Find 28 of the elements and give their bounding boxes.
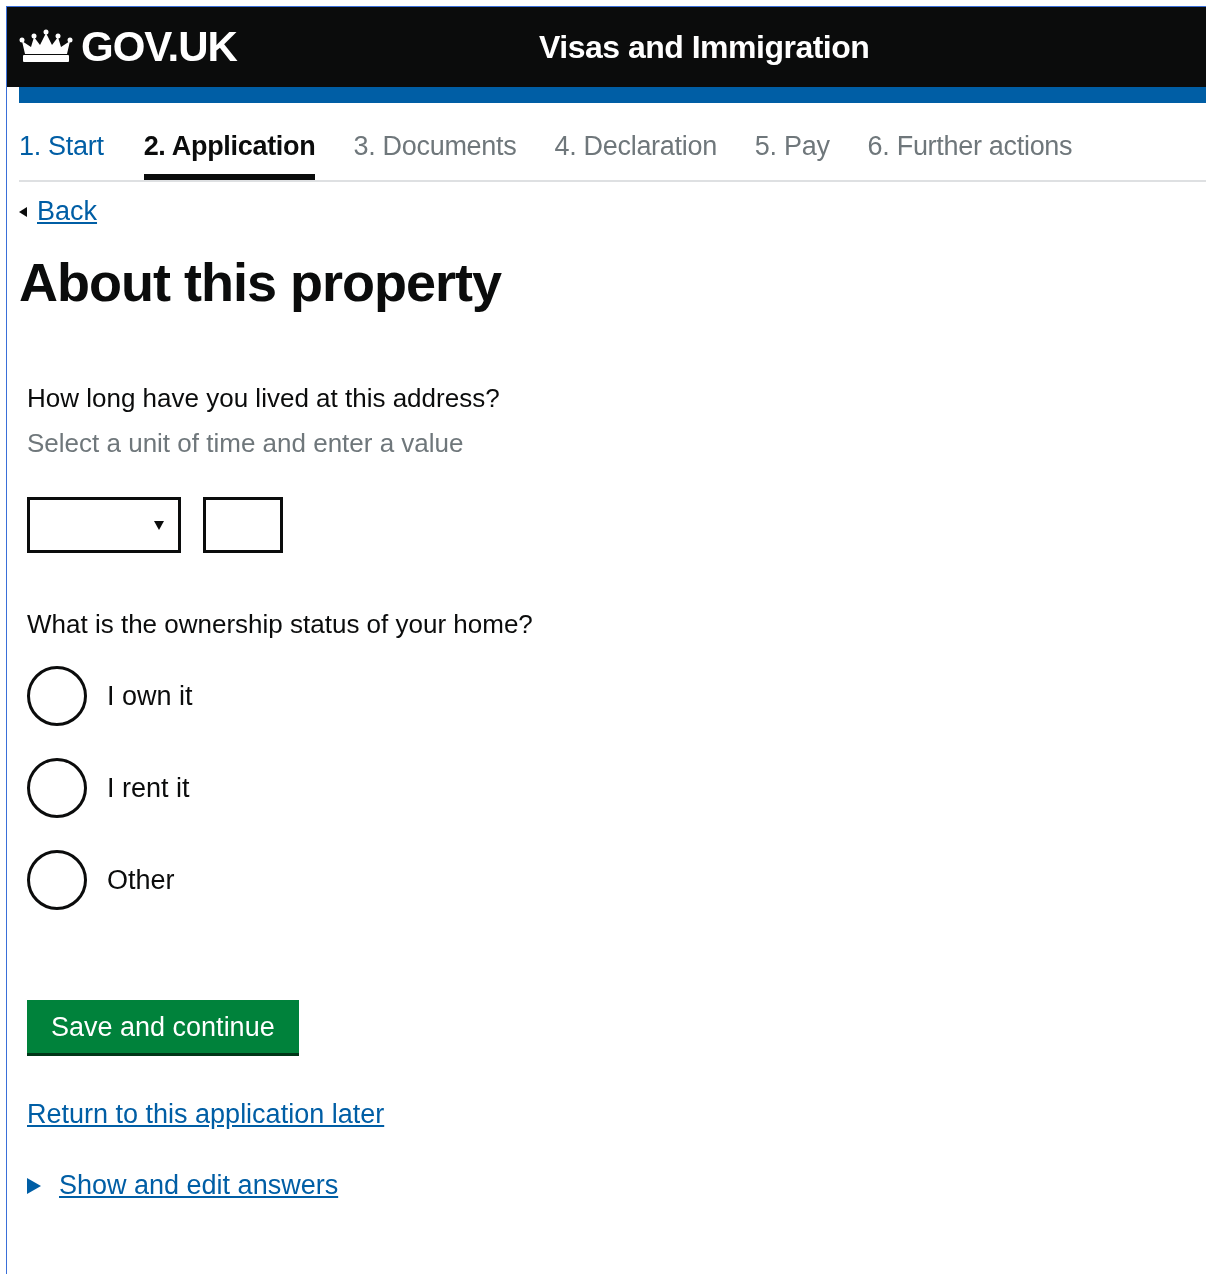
unit-select[interactable] bbox=[27, 497, 181, 553]
step-tab[interactable]: 1. Start bbox=[19, 131, 104, 180]
value-input[interactable] bbox=[203, 497, 283, 553]
dropdown-caret-icon bbox=[154, 520, 164, 530]
radio-button[interactable] bbox=[27, 850, 87, 910]
crown-icon bbox=[19, 29, 73, 65]
question-label: How long have you lived at this address? bbox=[27, 383, 501, 414]
page-title: About this property bbox=[19, 251, 503, 313]
expand-triangle-icon bbox=[27, 1177, 41, 1194]
step-tab[interactable]: 4. Declaration bbox=[554, 131, 717, 180]
radio-label[interactable]: I own it bbox=[107, 680, 193, 712]
service-name[interactable]: Visas and Immigration bbox=[539, 28, 870, 66]
return-link[interactable]: Return to this application later bbox=[27, 1099, 385, 1129]
radio-button[interactable] bbox=[27, 666, 87, 726]
site-logo[interactable]: GOV.UK bbox=[81, 23, 237, 71]
step-tab[interactable]: 5. Pay bbox=[754, 131, 830, 180]
step-tab[interactable]: 6. Further actions bbox=[867, 131, 1073, 180]
radio-label[interactable]: I rent it bbox=[107, 772, 190, 804]
radio-button[interactable] bbox=[27, 758, 87, 818]
save-button[interactable]: Save and continue bbox=[27, 1000, 299, 1053]
back-arrow-icon bbox=[19, 206, 27, 217]
show-answers-link[interactable]: Show and edit answers bbox=[59, 1170, 339, 1201]
step-tab[interactable]: 3. Documents bbox=[353, 131, 517, 180]
hint-text: Select a unit of time and enter a value bbox=[27, 428, 465, 459]
step-tab[interactable]: 2. Application bbox=[143, 131, 316, 180]
question-label: What is the ownership status of your home? bbox=[27, 609, 534, 640]
back-link[interactable]: Back bbox=[37, 196, 98, 227]
radio-label[interactable]: Other bbox=[107, 864, 175, 896]
